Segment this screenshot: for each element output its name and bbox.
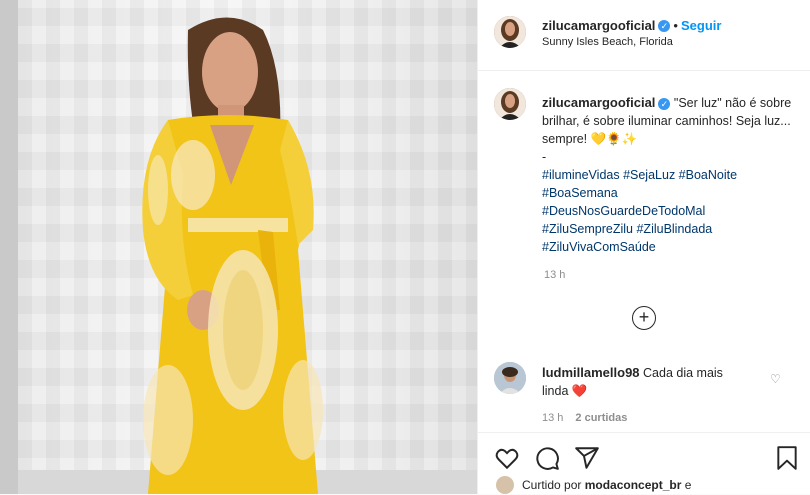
comment-meta: 13 h 2 curtidas	[542, 412, 639, 424]
hashtag-list: #ilumineVidas #SejaLuz #BoaNoite #BoaSem…	[542, 166, 792, 256]
separator-dot: •	[673, 18, 678, 33]
hashtag-line[interactable]: #ZiluSempreZilu #ZiluBlindada	[542, 220, 792, 238]
load-more-comments-button[interactable]: +	[632, 306, 656, 330]
commenter-username[interactable]: ludmillamello98	[542, 365, 640, 380]
comment-icon[interactable]	[534, 445, 560, 471]
share-icon[interactable]	[574, 445, 600, 471]
caption-dash: -	[542, 150, 547, 164]
post-header: zilucamargooficial ✓ • Seguir Sunny Isles B…	[478, 0, 810, 71]
author-avatar[interactable]	[494, 16, 526, 48]
hashtag-line[interactable]: #DeusNosGuardeDeTodoMal	[542, 202, 792, 220]
woman-in-yellow-dress-image	[18, 17, 477, 494]
verified-badge-icon: ✓	[658, 19, 671, 32]
heart-emoji: ❤️	[571, 384, 588, 398]
page-margin	[0, 0, 18, 494]
commenter-avatar[interactable]	[494, 362, 526, 394]
post-photo[interactable]	[18, 0, 477, 494]
follow-button[interactable]: Seguir	[681, 18, 721, 33]
liked-by-line: Curtido por modaconcept_br e	[522, 478, 691, 492]
liked-by-avatar[interactable]	[496, 476, 514, 494]
post-side-panel: zilucamargooficial ✓ • Seguir Sunny Isles B…	[477, 0, 810, 494]
post-location[interactable]: Sunny Isles Beach, Florida	[542, 36, 673, 48]
comment-likes[interactable]: 2 curtidas	[575, 412, 627, 424]
hashtag-line[interactable]: #ilumineVidas #SejaLuz #BoaNoite	[542, 166, 792, 184]
hashtag-line[interactable]: #BoaSemana	[542, 184, 792, 202]
caption-username[interactable]: zilucamargooficial	[542, 95, 655, 110]
header-user-line: zilucamargooficial ✓ • Seguir	[542, 17, 721, 35]
caption-text-block: zilucamargooficial ✓ "Ser luz" não é sobr…	[542, 94, 792, 256]
hashtag-line[interactable]: #ZiluVivaComSaúde	[542, 238, 792, 256]
liked-by-prefix: Curtido por	[522, 478, 582, 492]
caption-time[interactable]: 13 h	[544, 269, 565, 281]
heart-icon[interactable]	[494, 445, 520, 471]
caption-avatar[interactable]	[494, 88, 526, 120]
liked-by-user[interactable]: modaconcept_br	[585, 478, 682, 492]
author-username[interactable]: zilucamargooficial	[542, 18, 655, 33]
comment-text-block: ludmillamello98 Cada dia mais linda ❤️	[542, 364, 752, 400]
comment-time[interactable]: 13 h	[542, 412, 563, 424]
bookmark-icon[interactable]	[774, 445, 800, 471]
verified-badge-icon: ✓	[658, 97, 671, 110]
comment-like-heart-icon[interactable]: ♡	[770, 372, 781, 386]
liked-by-suffix: e	[684, 478, 692, 492]
